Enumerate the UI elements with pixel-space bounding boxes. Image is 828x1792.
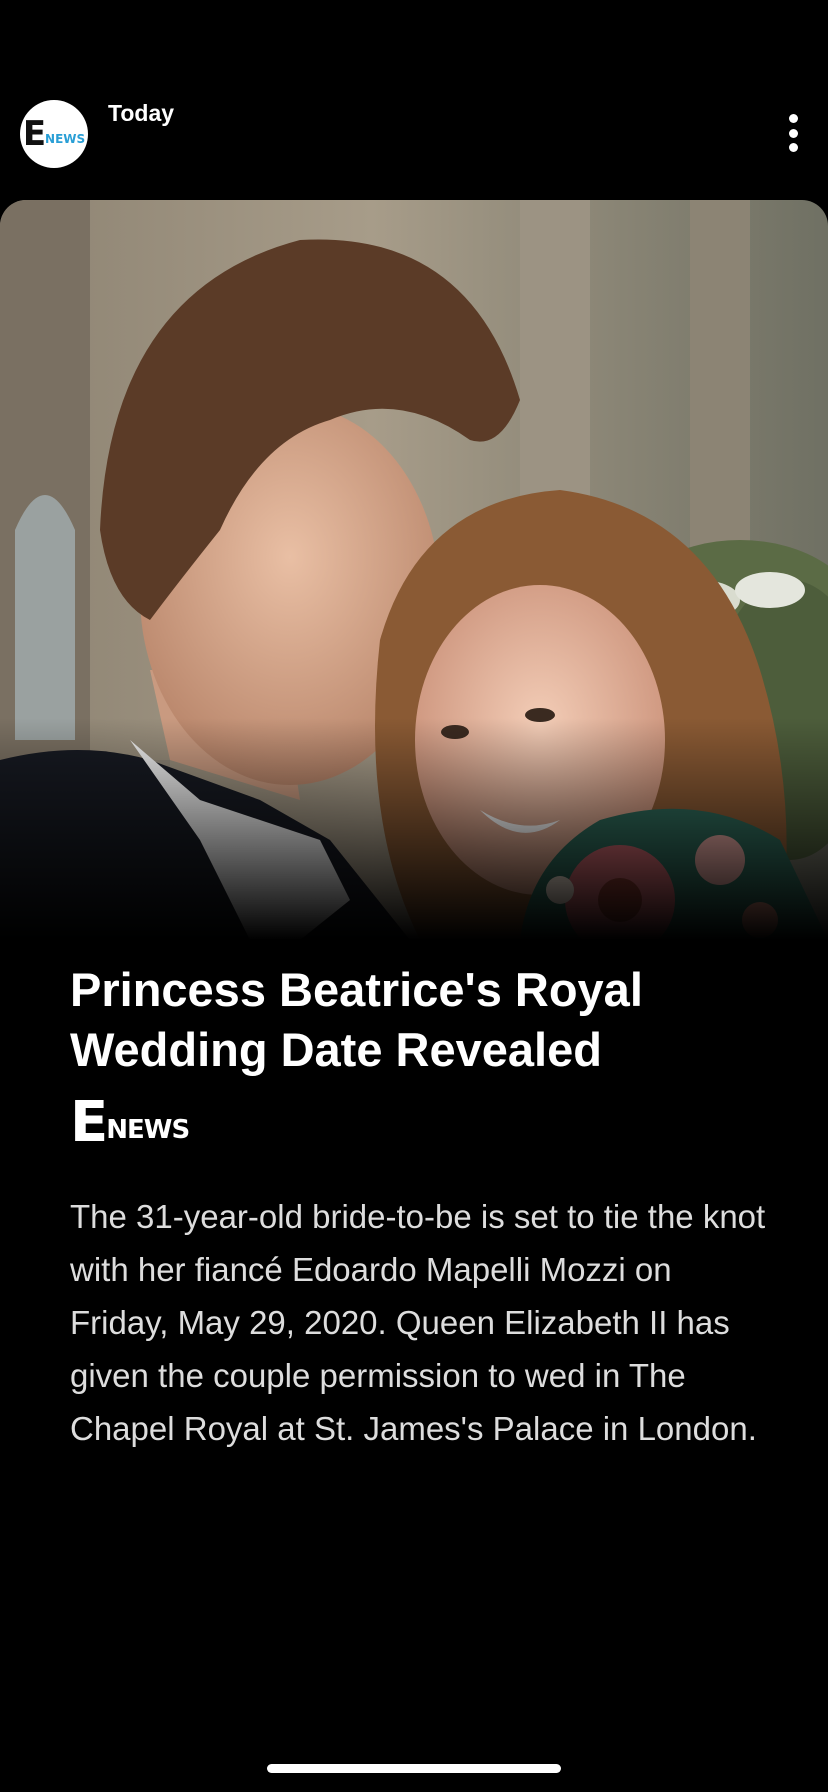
publisher-avatar[interactable]: E NEWS bbox=[20, 100, 88, 168]
story-card[interactable]: Princess Beatrice's Royal Wedding Date R… bbox=[0, 200, 828, 1600]
enews-logo-icon: E NEWS bbox=[22, 114, 86, 154]
hero-image bbox=[0, 200, 828, 940]
story-header: E NEWS Today bbox=[0, 0, 828, 200]
more-vertical-icon bbox=[788, 114, 798, 123]
header-title: Today bbox=[108, 100, 175, 126]
more-options-button[interactable] bbox=[778, 110, 808, 156]
story-headline: Princess Beatrice's Royal Wedding Date R… bbox=[70, 963, 643, 1076]
home-indicator[interactable] bbox=[267, 1764, 561, 1773]
story-body: The 31-year-old bride-to-be is set to ti… bbox=[70, 1198, 766, 1447]
enews-source-logo-icon: E NEWS bbox=[70, 1090, 190, 1155]
